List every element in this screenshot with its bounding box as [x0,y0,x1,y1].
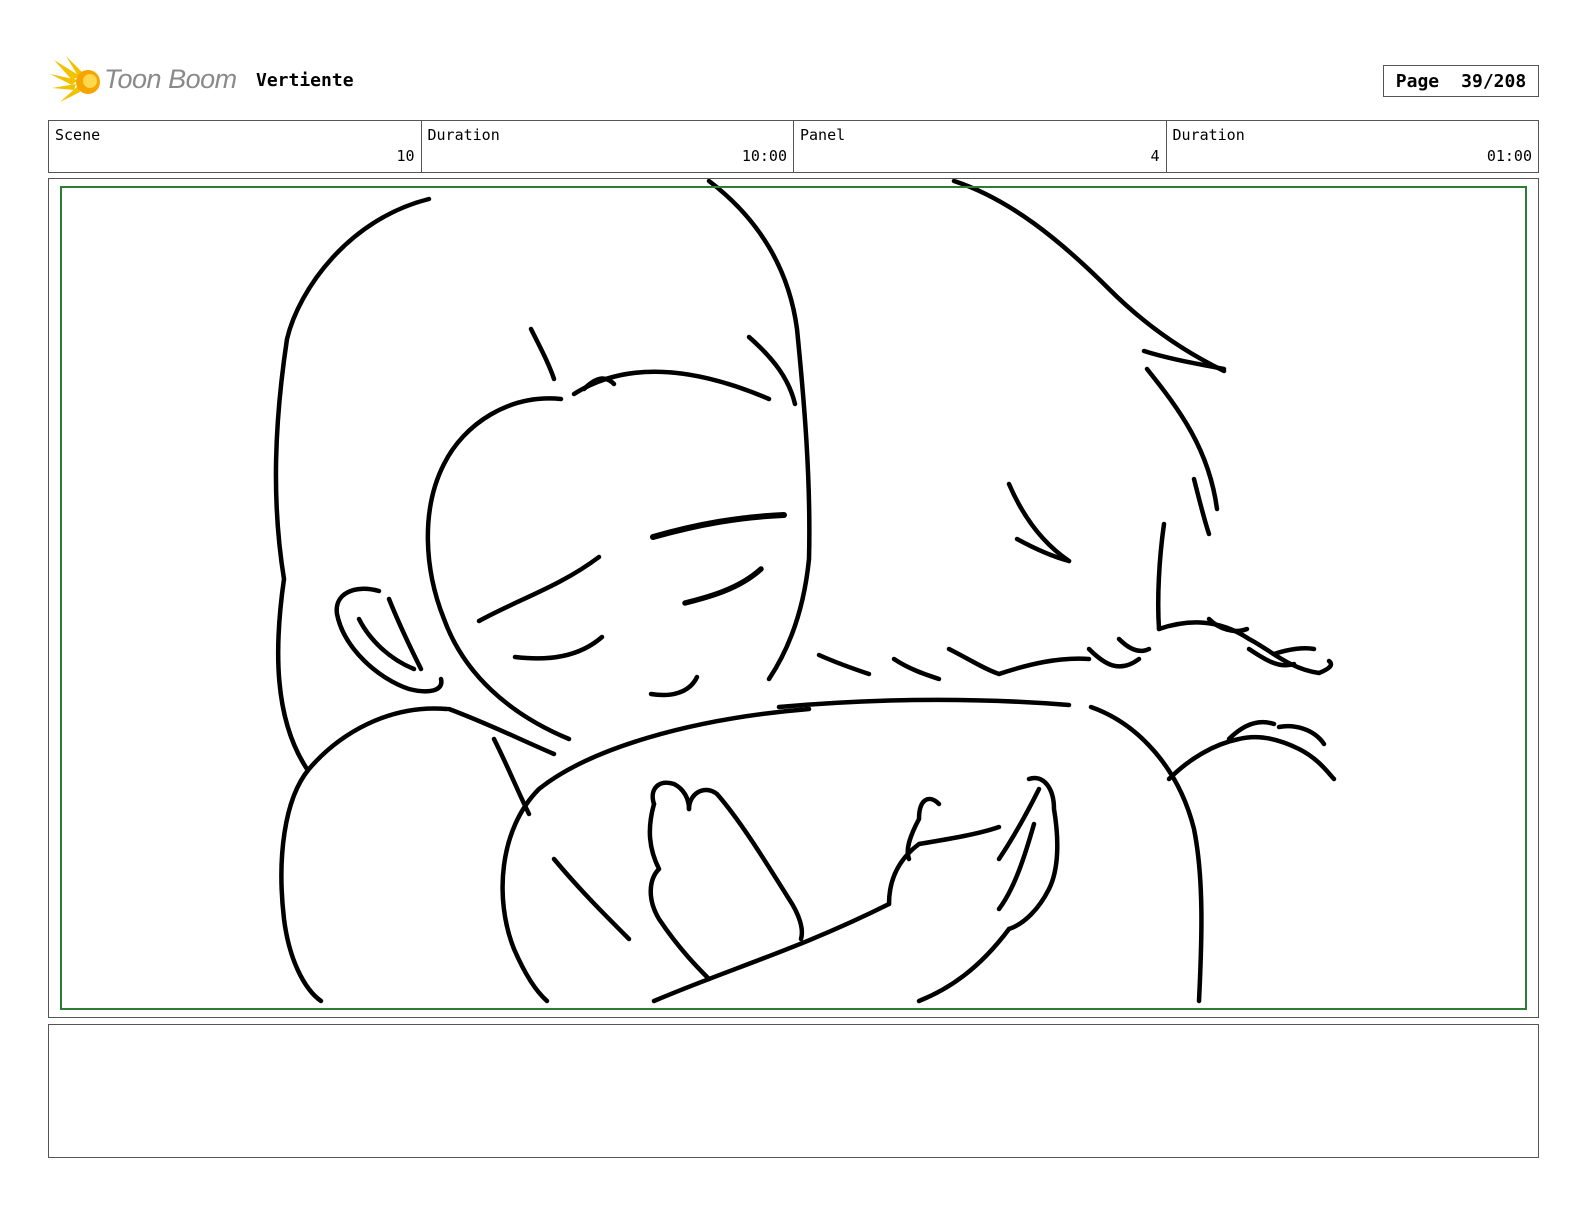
panel-label: Panel [800,126,846,144]
page-label: Page [1395,70,1440,92]
scene-duration-value: 10:00 [741,147,787,165]
project-title: Vertiente [256,70,354,91]
storyboard-panel [48,178,1539,1018]
panel-duration-label: Duration [1172,126,1245,144]
panel-cell: Panel 4 [794,121,1167,172]
scene-cell: Scene 10 [49,121,422,172]
page-number: 39/208 [1461,70,1527,92]
scene-value: 10 [396,147,415,165]
toon-boom-logo: Toon Boom [50,54,240,108]
scene-duration-cell: Duration 10:00 [422,121,794,172]
scene-info-table: Scene 10 Duration 10:00 Panel 4 Duration… [48,120,1539,173]
scene-duration-label: Duration [427,126,500,144]
sunburst-logo-icon [50,56,100,102]
logo-text: Toon Boom [104,64,237,94]
panel-value: 4 [1150,147,1160,165]
panel-duration-value: 01:00 [1486,147,1532,165]
panel-duration-cell: Duration 01:00 [1167,121,1539,172]
page-indicator: Page 39/208 [1383,65,1539,97]
storyboard-sketch-image [273,179,1337,1004]
panel-notes [48,1024,1539,1158]
scene-label: Scene [55,126,101,144]
